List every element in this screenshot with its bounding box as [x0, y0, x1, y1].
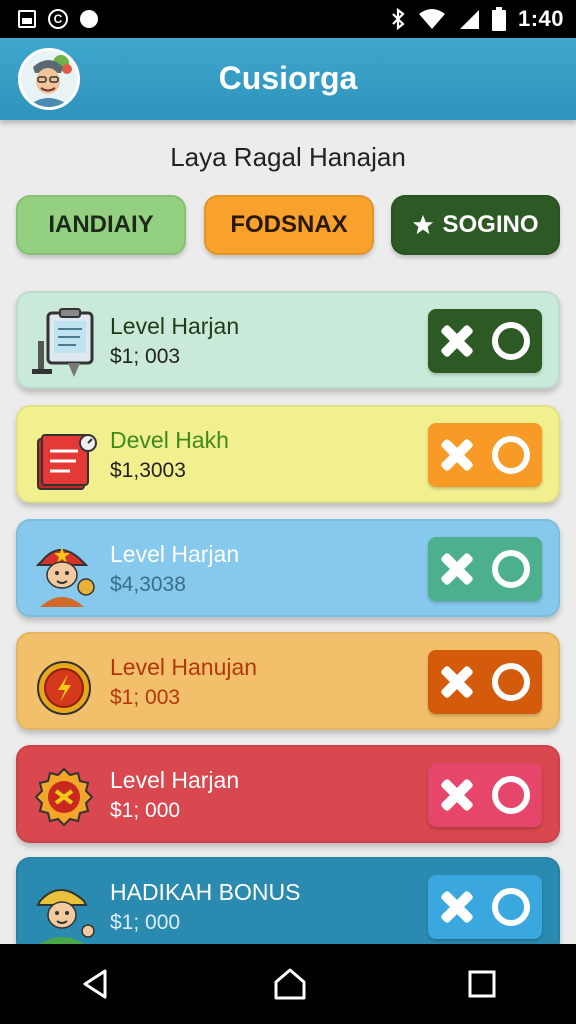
recents-icon[interactable] — [467, 969, 497, 999]
book-icon — [30, 421, 102, 493]
x-icon — [440, 890, 474, 924]
level-card[interactable]: Level Harjan $4,3038 — [16, 519, 560, 617]
level-price: $1,3003 — [110, 459, 186, 482]
level-title: Level Harjan — [110, 767, 240, 793]
filter-button-3[interactable]: SOGINO — [391, 195, 560, 255]
xo-button[interactable] — [428, 875, 542, 939]
firefighter-icon — [30, 535, 102, 607]
star-icon — [413, 214, 434, 235]
coin-icon — [30, 648, 102, 720]
copyright-circle-icon: C — [48, 9, 68, 29]
clipboard-icon — [30, 307, 102, 379]
image-icon — [18, 10, 36, 28]
status-bar: C 1:40 — [0, 0, 576, 38]
xo-button[interactable] — [428, 650, 542, 714]
level-card[interactable]: Level Harjan $1; 003 — [16, 291, 560, 389]
dot-icon — [80, 10, 98, 28]
badge-icon — [30, 761, 102, 833]
battery-icon — [491, 7, 506, 31]
status-time: 1:40 — [517, 6, 564, 31]
app-title: Cusiorga — [218, 60, 358, 96]
circle-icon — [492, 776, 530, 814]
level-price: $1; 000 — [110, 911, 181, 934]
x-icon — [440, 552, 474, 586]
level-card[interactable]: HADIKAH BONUS $1; 000 — [16, 857, 560, 955]
xo-button[interactable] — [428, 309, 542, 373]
level-price: $1; 000 — [110, 799, 181, 822]
wifi-icon — [418, 9, 445, 29]
circle-icon — [492, 663, 530, 701]
x-icon — [440, 438, 474, 472]
circle-icon — [492, 550, 530, 588]
page-subtitle: Laya Ragal Hanajan — [170, 142, 406, 172]
home-icon[interactable] — [272, 966, 308, 1002]
signal-icon — [459, 10, 479, 29]
x-icon — [440, 778, 474, 812]
circle-icon — [492, 888, 530, 926]
app-bar: Cusiorga — [0, 38, 576, 120]
back-icon[interactable] — [79, 967, 113, 1001]
x-icon — [440, 324, 474, 358]
level-title: Level Harjan — [110, 313, 240, 339]
circle-icon — [492, 322, 530, 360]
level-title: Level Hanujan — [110, 654, 258, 680]
filter-label: FODSNAX — [230, 211, 348, 238]
circle-icon — [492, 436, 530, 474]
filter-button-2[interactable]: FODSNAX — [204, 195, 374, 255]
filter-label: SOGINO — [442, 211, 539, 238]
level-card[interactable]: Devel Hakh $1,3003 — [16, 405, 560, 503]
worker-icon — [30, 873, 102, 945]
filter-bar: IANDIAIY FODSNAX SOGINO — [16, 195, 560, 255]
level-card[interactable]: Level Hanujan $1; 003 — [16, 632, 560, 730]
navigation-bar — [0, 944, 576, 1024]
level-title: Devel Hakh — [110, 427, 229, 453]
filter-button-1[interactable]: IANDIAIY — [16, 195, 186, 255]
x-icon — [440, 665, 474, 699]
level-price: $1; 003 — [110, 345, 181, 368]
xo-button[interactable] — [428, 763, 542, 827]
bluetooth-icon — [392, 7, 405, 31]
level-card[interactable]: Level Harjan $1; 000 — [16, 745, 560, 843]
xo-button[interactable] — [428, 423, 542, 487]
level-title: Level Harjan — [110, 541, 240, 567]
filter-label: IANDIAIY — [48, 211, 154, 238]
level-title: HADIKAH BONUS — [110, 879, 301, 905]
level-price: $1; 003 — [110, 686, 181, 709]
level-price: $4,3038 — [110, 573, 186, 596]
xo-button[interactable] — [428, 537, 542, 601]
